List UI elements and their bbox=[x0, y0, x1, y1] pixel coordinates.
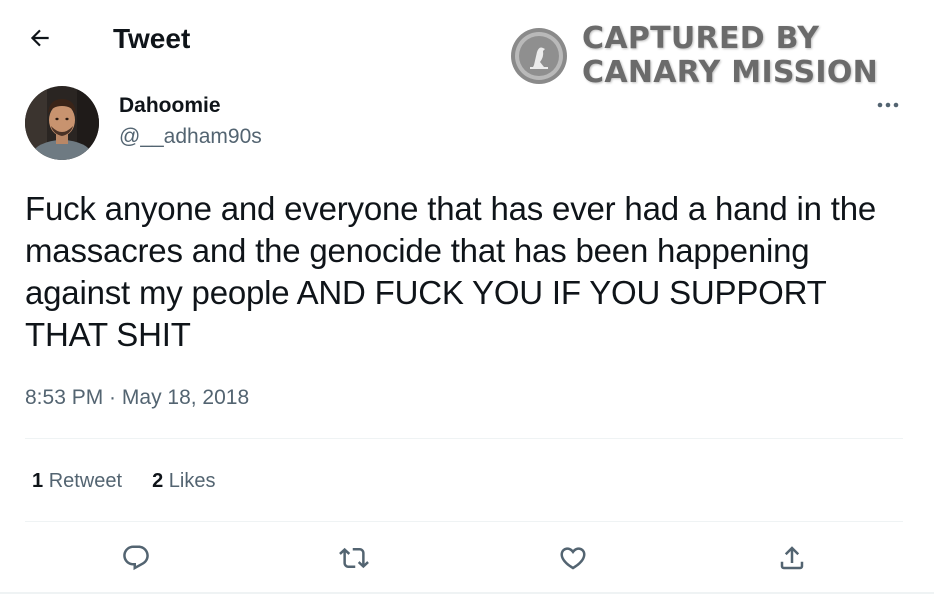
watermark-line-1: CAPTURED BY bbox=[582, 21, 820, 56]
divider bbox=[25, 521, 903, 522]
divider bbox=[0, 592, 934, 594]
tweet-stats: 1 Retweet 2 Likes bbox=[32, 468, 215, 494]
author-display-name[interactable]: Dahoomie bbox=[119, 93, 221, 119]
tweet-text: Fuck anyone and everyone that has ever h… bbox=[25, 190, 877, 353]
tweet-timestamp[interactable]: 8:53 PM · May 18, 2018 bbox=[25, 385, 249, 411]
retweets-count: 1 bbox=[32, 470, 44, 492]
page-title: Tweet bbox=[113, 23, 191, 54]
avatar[interactable] bbox=[25, 86, 99, 160]
retweet-button[interactable] bbox=[332, 538, 376, 582]
watermark: CAPTURED BY CANARY MISSION bbox=[508, 22, 888, 94]
tweet-actions bbox=[0, 538, 934, 582]
share-button[interactable] bbox=[770, 538, 814, 582]
tweet-date: May 18, 2018 bbox=[121, 386, 250, 409]
like-button[interactable] bbox=[551, 538, 595, 582]
back-button[interactable] bbox=[22, 22, 58, 58]
retweet-icon bbox=[339, 543, 369, 578]
meta-separator: · bbox=[103, 386, 122, 409]
author-handle[interactable]: @__adham90s bbox=[119, 124, 262, 150]
retweets-label: Retweet bbox=[48, 470, 123, 492]
arrow-left-icon bbox=[27, 25, 53, 56]
watermark-line-2: CANARY MISSION bbox=[582, 55, 879, 90]
more-options-button[interactable] bbox=[872, 92, 904, 118]
heart-icon bbox=[558, 543, 588, 578]
share-icon bbox=[777, 543, 807, 578]
tweet-time: 8:53 PM bbox=[25, 386, 104, 409]
reply-button[interactable] bbox=[114, 538, 158, 582]
likes-count: 2 bbox=[152, 470, 164, 492]
canary-bird-icon bbox=[510, 27, 568, 85]
divider bbox=[25, 438, 903, 439]
reply-icon bbox=[121, 543, 151, 578]
likes-stat[interactable]: 2 Likes bbox=[152, 468, 215, 494]
more-dots-icon bbox=[876, 96, 900, 114]
retweets-stat[interactable]: 1 Retweet bbox=[32, 468, 122, 494]
likes-label: Likes bbox=[168, 470, 216, 492]
